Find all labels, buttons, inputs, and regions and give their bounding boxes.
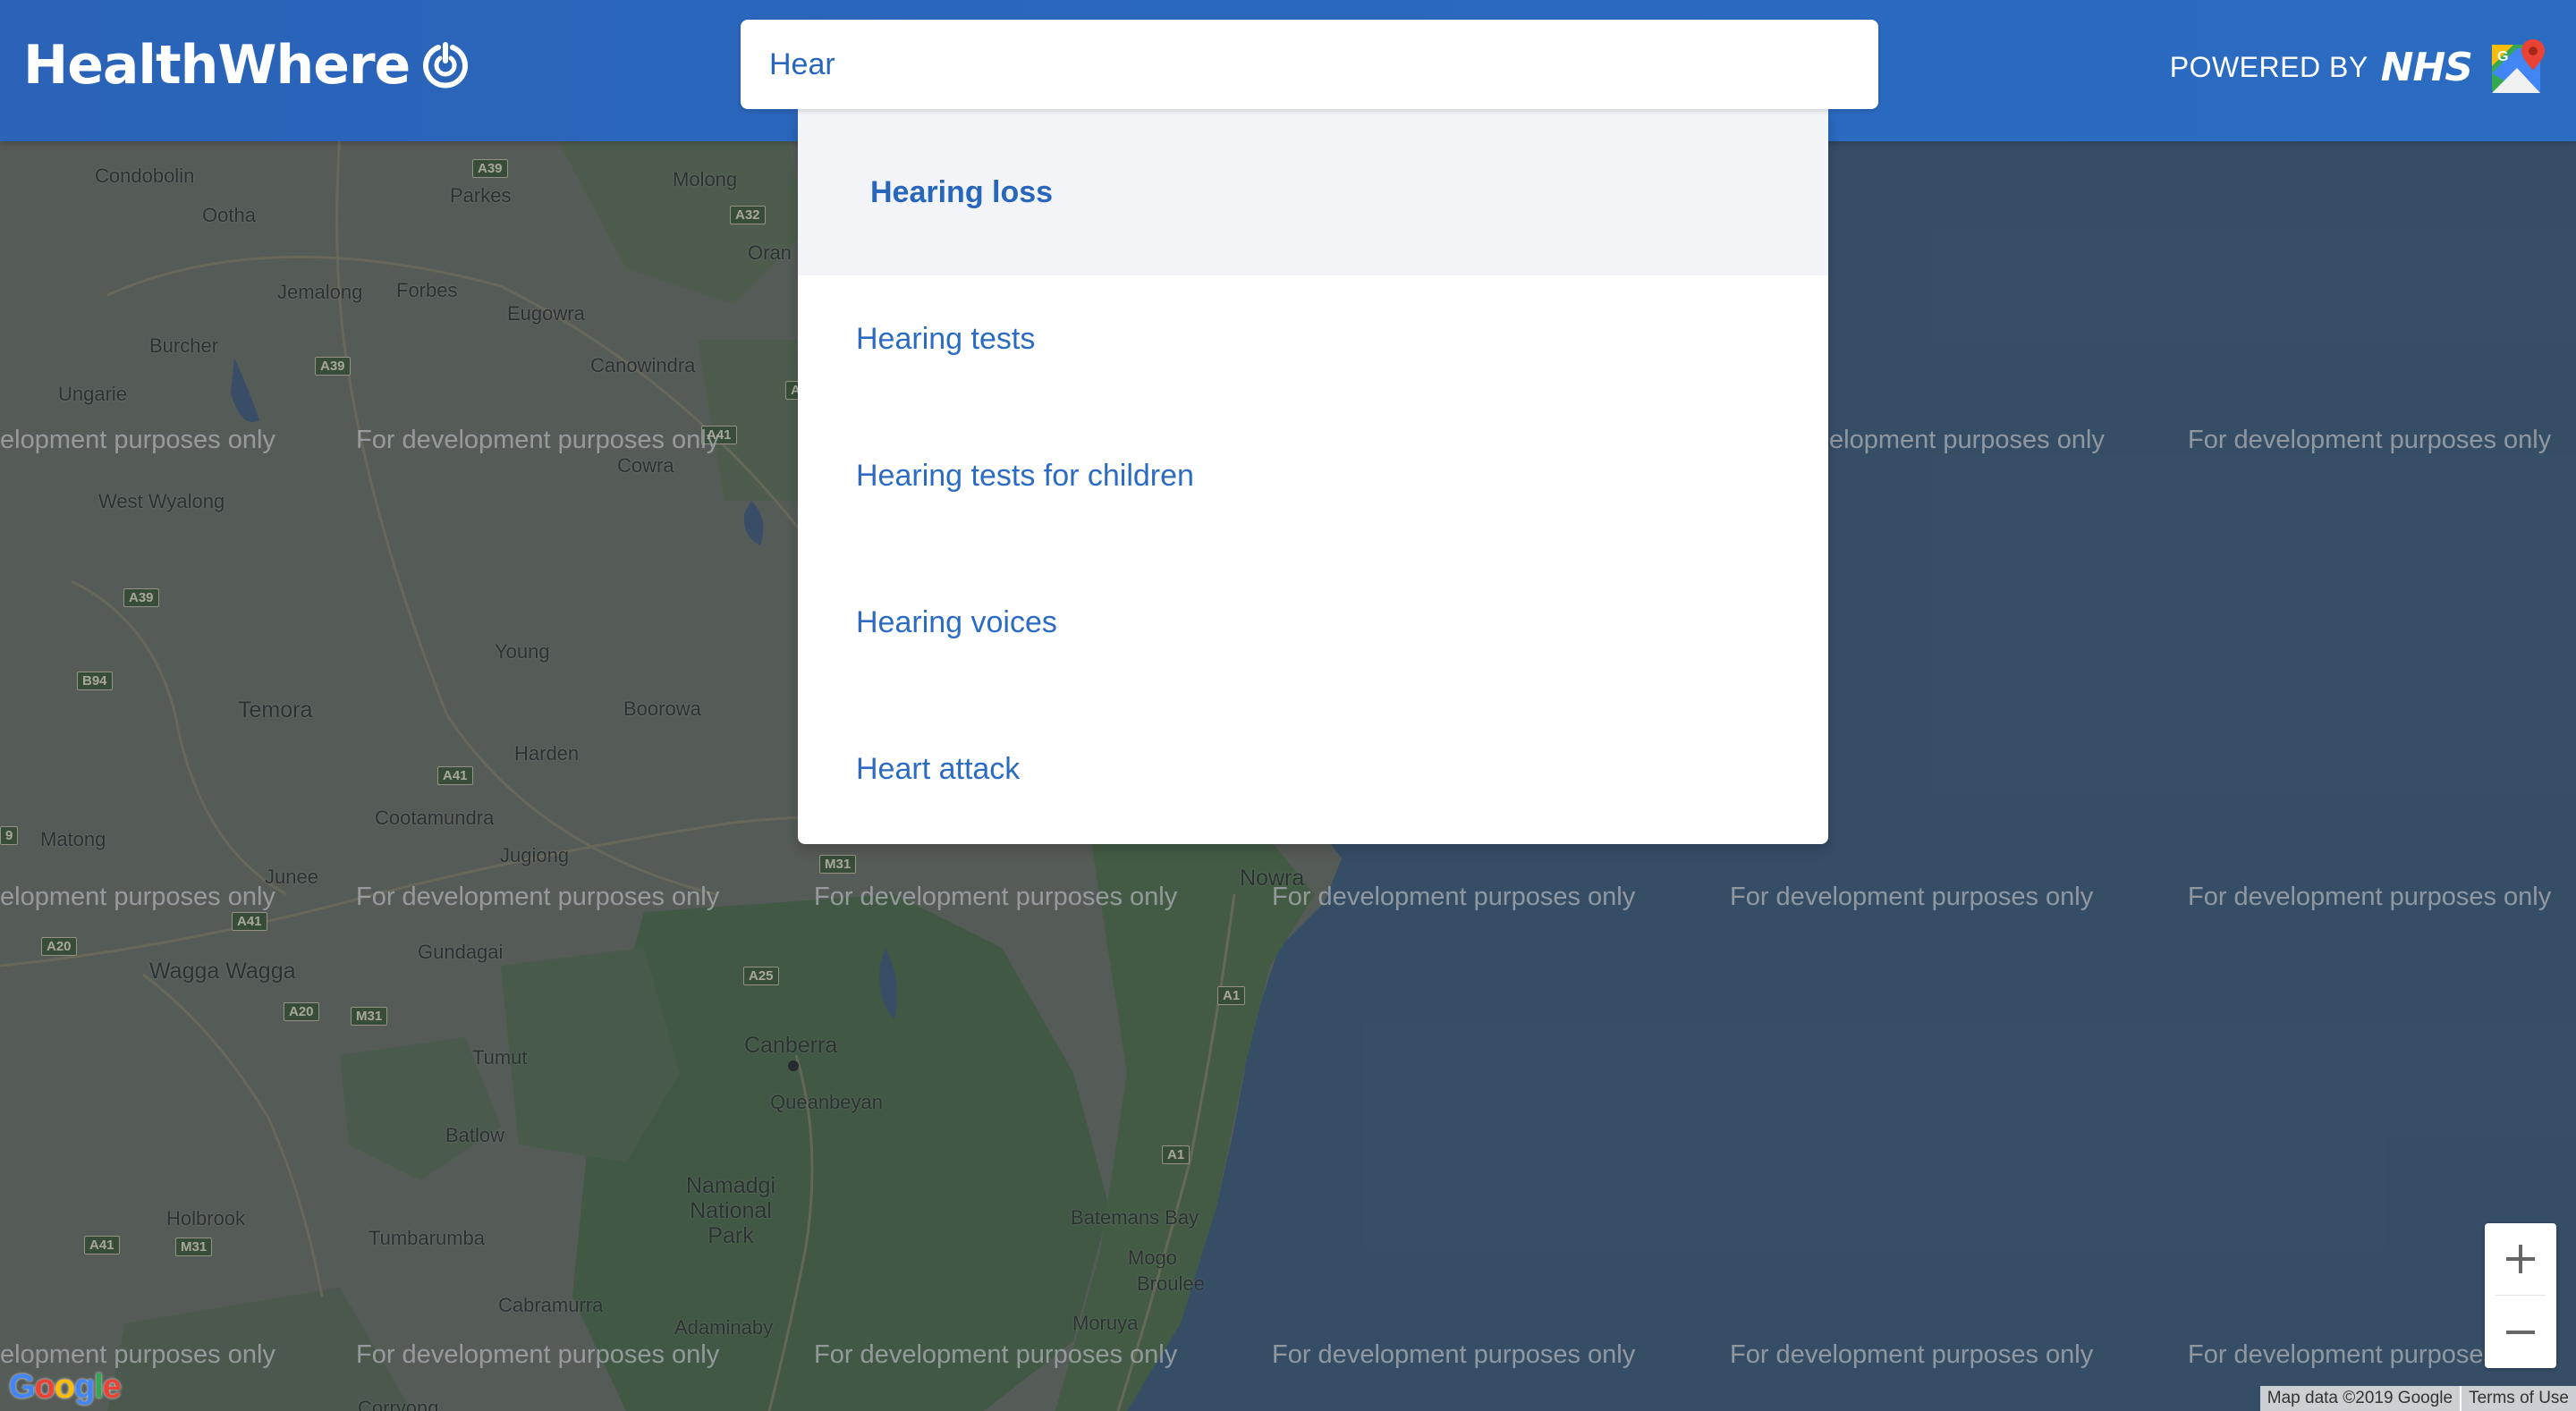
place-label: Holbrook: [166, 1207, 246, 1229]
place-label: Molong: [673, 168, 738, 190]
road-shield: A41: [232, 912, 267, 931]
dev-watermark: For development purposes only: [356, 883, 720, 911]
dev-watermark: elopment purposes only: [0, 1340, 275, 1369]
road-shield: A32: [730, 206, 766, 224]
place-label: Queanbeyan: [770, 1091, 883, 1113]
dev-watermark: For development purposes only: [1730, 883, 2094, 911]
place-label: West Wyalong: [98, 490, 225, 512]
road-shield: M31: [351, 1007, 388, 1026]
dev-watermark: For development purposes only: [2188, 883, 2552, 911]
place-label: Tumut: [472, 1046, 528, 1069]
road-shield: B94: [77, 672, 113, 690]
place-label: Matong: [40, 828, 106, 850]
suggestion-item[interactable]: Hearing tests: [798, 275, 1828, 402]
terms-link[interactable]: Terms of Use: [2460, 1386, 2576, 1411]
suggestion-item[interactable]: Hearing loss: [798, 109, 1828, 275]
road-shield: A20: [41, 937, 77, 956]
map-attribution: Map data ©2019 Google Terms of Use: [2259, 1386, 2576, 1411]
dev-watermark: For development purposes only: [814, 1340, 1178, 1369]
place-label: Gundagai: [418, 941, 504, 963]
place-label: Batemans Bay: [1071, 1206, 1199, 1229]
suggestion-item[interactable]: Hearing tests for children: [798, 402, 1828, 549]
dev-watermark: elopment purposes only: [1829, 426, 2105, 454]
dev-watermark: For development purposes only: [1730, 1340, 2094, 1369]
place-label: Mogo: [1128, 1246, 1178, 1269]
place-label: Cabramurra: [498, 1294, 604, 1316]
road-shield: M31: [819, 855, 857, 874]
search-suggestions: Hearing loss Hearing tests Hearing tests…: [798, 109, 1828, 844]
place-label: Condobolin: [95, 165, 195, 187]
minus-icon: [2506, 1331, 2535, 1334]
zoom-out-button[interactable]: [2485, 1297, 2556, 1368]
place-label: Tumbarumba: [369, 1227, 486, 1249]
logo-text: HealthWhere: [23, 34, 411, 97]
place-label: Young: [495, 640, 550, 663]
nhs-logo: NHS: [2380, 44, 2473, 90]
place-label: Burcher: [149, 334, 219, 357]
road-shield: A41: [84, 1236, 120, 1255]
place-label: Adaminaby: [674, 1316, 774, 1339]
place-label: Oran: [748, 241, 792, 264]
place-label: Canowindra: [590, 354, 696, 376]
place-label: Ootha: [202, 204, 256, 226]
powered-by-text: POWERED BY: [2169, 50, 2368, 83]
road-shield: A25: [743, 967, 779, 985]
zoom-control: [2485, 1223, 2556, 1368]
plus-icon: [2506, 1245, 2535, 1273]
power-target-icon: [423, 42, 469, 89]
place-label: Canberra: [744, 1033, 838, 1058]
dev-watermark: For development purposes only: [1272, 1340, 1636, 1369]
google-logo[interactable]: Google: [9, 1368, 122, 1407]
zoom-in-button[interactable]: [2485, 1223, 2556, 1295]
place-label: Boorowa: [623, 697, 701, 720]
suggestion-item[interactable]: Hearing voices: [798, 549, 1828, 696]
road-shield: M31: [175, 1238, 213, 1256]
search-box: [741, 20, 1878, 109]
dev-watermark: For development purposes only: [814, 883, 1178, 911]
place-label: Corryong: [358, 1397, 439, 1411]
dev-watermark: For development purposes only: [356, 426, 720, 454]
search-input[interactable]: [769, 20, 1843, 109]
place-label: Batlow: [445, 1124, 505, 1146]
road-shield: A39: [315, 357, 351, 376]
dev-watermark: elopment purposes only: [0, 883, 275, 911]
road-shield: 9: [0, 826, 19, 845]
place-label: Namadgi National Park: [685, 1173, 776, 1248]
suggestion-item[interactable]: Heart attack: [798, 696, 1828, 842]
place-label: Ungarie: [58, 383, 128, 405]
dev-watermark: For development purposes only: [1272, 883, 1636, 911]
road-shield: A1: [1217, 986, 1246, 1005]
zoom-divider: [2496, 1295, 2546, 1296]
place-label: Parkes: [450, 184, 512, 207]
dev-watermark: For development purposes only: [356, 1340, 720, 1369]
powered-by: POWERED BY NHS G: [2170, 36, 2549, 98]
place-label: Moruya: [1072, 1312, 1139, 1334]
road-shield: A39: [123, 588, 159, 607]
road-shield: A39: [472, 159, 508, 178]
place-label: Jugiong: [500, 844, 570, 866]
place-label: Temora: [238, 697, 313, 722]
place-label: Cootamundra: [375, 807, 495, 829]
road-shield: A1: [1162, 1145, 1191, 1164]
dev-watermark: For development purposes only: [2188, 426, 2552, 454]
place-label: Broulee: [1137, 1272, 1205, 1295]
road-shield: A41: [437, 766, 473, 785]
place-label: Forbes: [396, 279, 458, 301]
map-data-text: Map data ©2019 Google: [2259, 1386, 2461, 1411]
road-shield: A20: [284, 1002, 319, 1021]
dev-watermark: elopment purposes only: [0, 426, 275, 454]
place-label: Jemalong: [277, 281, 363, 303]
svg-text:G: G: [2497, 49, 2508, 64]
place-label: Harden: [514, 742, 580, 765]
place-label: Cowra: [617, 454, 674, 477]
place-label: Eugowra: [507, 302, 585, 325]
google-maps-pin-icon: G: [2492, 39, 2545, 93]
place-label: Wagga Wagga: [149, 959, 296, 984]
app-logo[interactable]: HealthWhere: [23, 34, 470, 97]
